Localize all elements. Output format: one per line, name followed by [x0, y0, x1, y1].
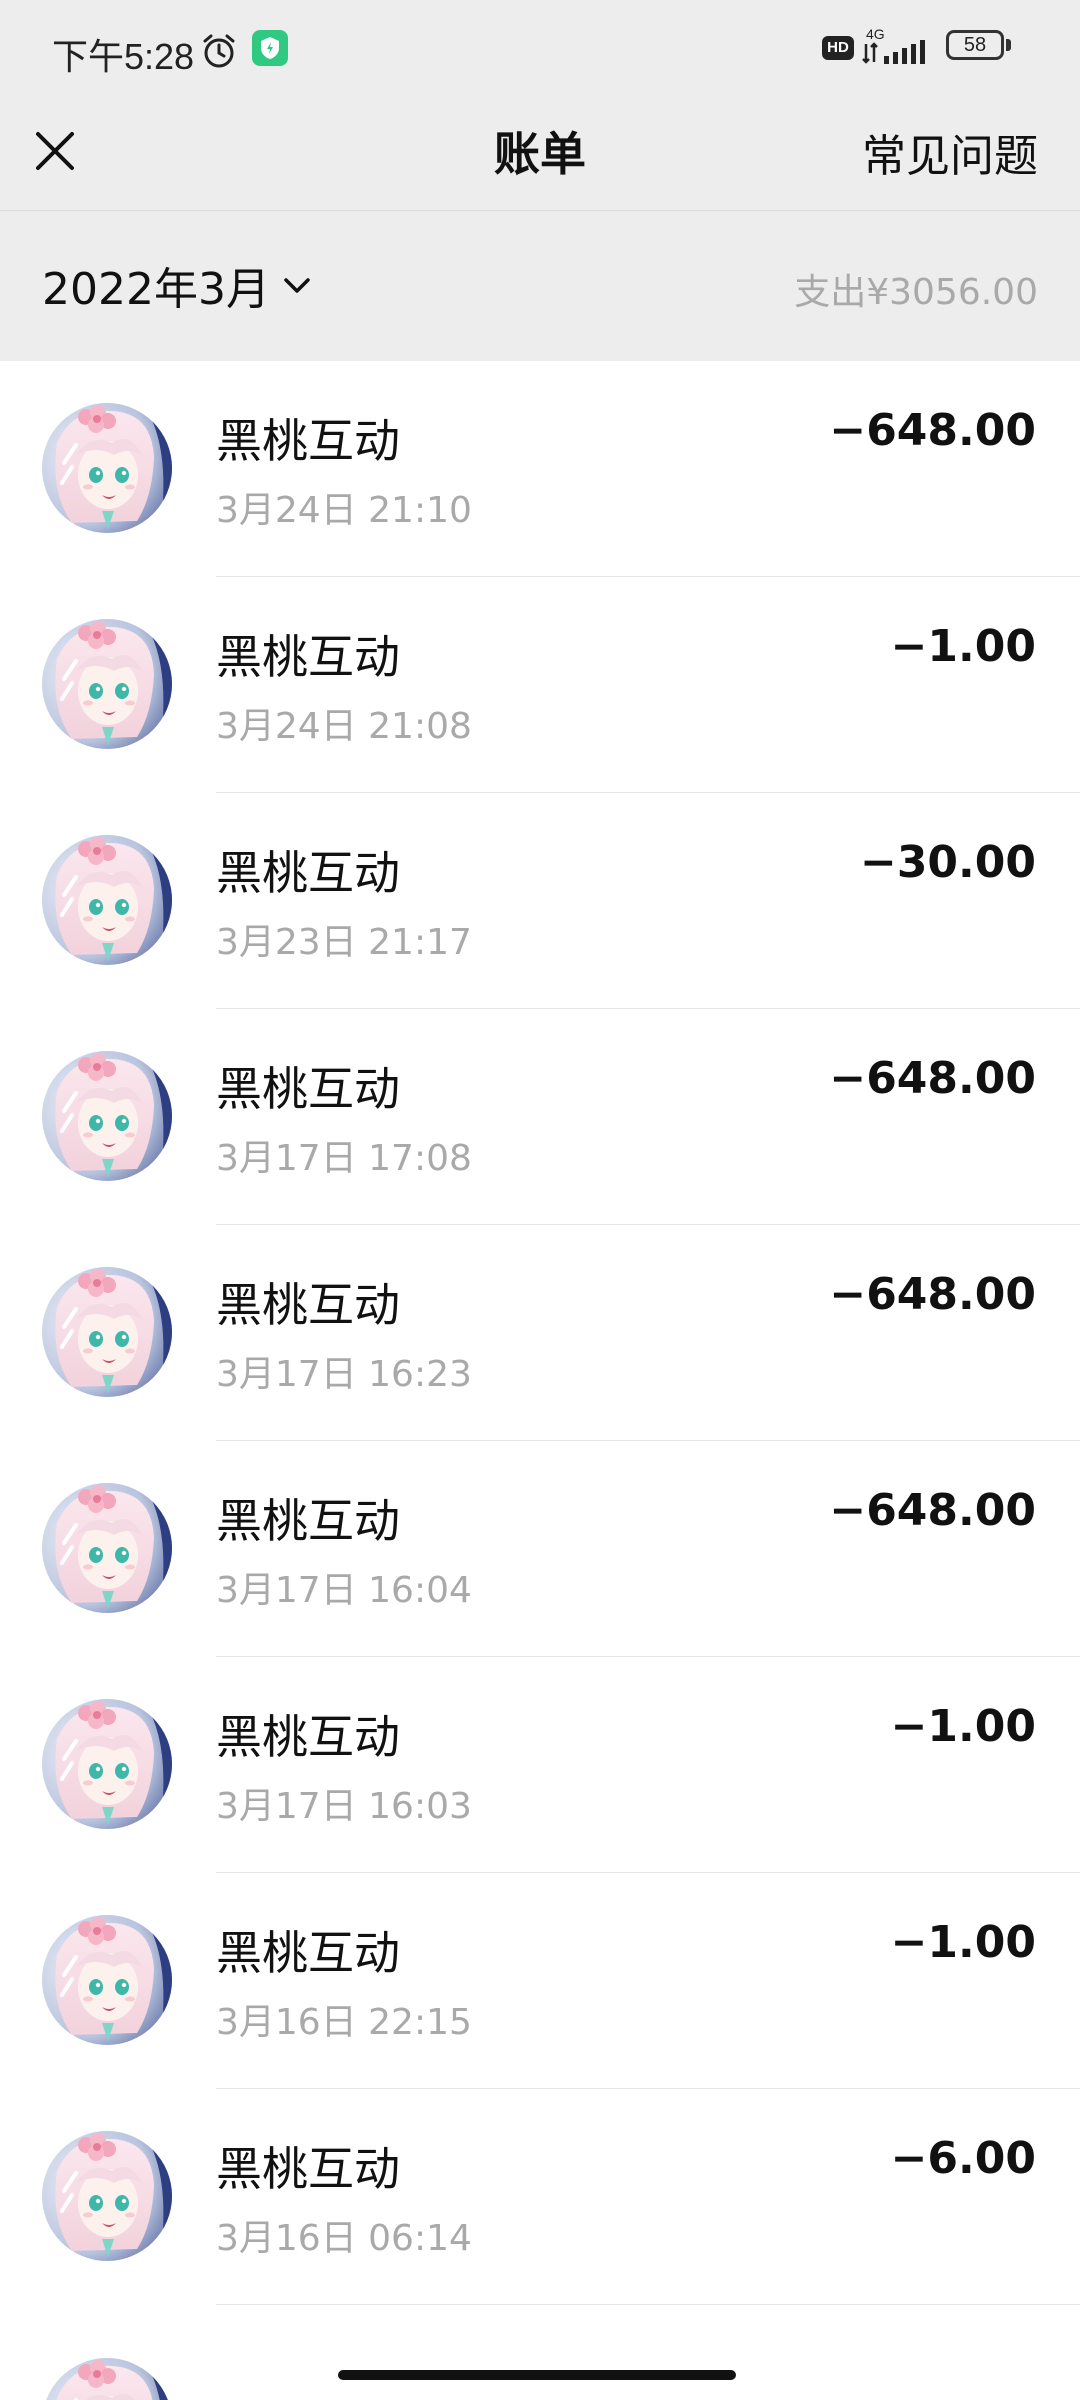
bill-amount: −1.00 [890, 1917, 1036, 1968]
merchant-name: 黑桃互动 [216, 414, 400, 468]
bill-time: 3月17日 16:23 [216, 1354, 472, 1395]
bill-time: 3月16日 06:14 [216, 2218, 472, 2259]
bill-time: 3月23日 21:17 [216, 922, 472, 963]
bill-row[interactable]: 黑桃互动 3月16日 06:14 −6.00 [0, 2089, 1080, 2305]
merchant-name: 黑桃互动 [216, 1494, 400, 1548]
merchant-avatar [42, 1051, 172, 1181]
merchant-name: 黑桃互动 [216, 846, 400, 900]
month-bar: 2022年3月 支出¥3056.00 [0, 211, 1080, 361]
bill-time: 3月16日 22:15 [216, 2002, 472, 2043]
merchant-avatar [42, 403, 172, 533]
bill-row[interactable]: 黑桃互动 3月17日 17:08 −648.00 [0, 1009, 1080, 1225]
month-label: 2022年3月 [42, 264, 270, 315]
bill-amount: −648.00 [829, 1269, 1036, 1320]
merchant-avatar [42, 1267, 172, 1397]
battery-level: 58 [963, 34, 987, 56]
merchant-avatar [42, 619, 172, 749]
partial-avatar [42, 2358, 172, 2400]
bill-row[interactable]: 黑桃互动 3月17日 16:23 −648.00 [0, 1225, 1080, 1441]
bill-time: 3月17日 16:04 [216, 1570, 472, 1611]
merchant-avatar [42, 1915, 172, 2045]
alarm-icon [203, 34, 235, 68]
merchant-avatar [42, 1699, 172, 1829]
merchant-name: 黑桃互动 [216, 630, 400, 684]
battery-tip [1006, 39, 1011, 51]
merchant-avatar [42, 2131, 172, 2261]
bill-time: 3月17日 17:08 [216, 1138, 472, 1179]
merchant-avatar [42, 835, 172, 965]
home-indicator[interactable] [338, 2370, 736, 2380]
bill-row[interactable]: 黑桃互动 3月17日 16:03 −1.00 [0, 1657, 1080, 1873]
bill-row[interactable]: 黑桃互动 3月17日 16:04 −648.00 [0, 1441, 1080, 1657]
bill-amount: −648.00 [829, 1485, 1036, 1536]
chevron-down-icon [284, 278, 310, 293]
close-button[interactable] [20, 116, 90, 186]
bill-time: 3月24日 21:08 [216, 706, 472, 747]
bill-row[interactable]: 黑桃互动 3月24日 21:10 −648.00 [0, 361, 1080, 577]
month-selector[interactable]: 2022年3月 [42, 255, 312, 315]
status-time: 下午5:28 [52, 36, 195, 77]
shield-app-icon [252, 30, 288, 66]
close-icon [36, 132, 74, 170]
bill-amount: −648.00 [829, 1053, 1036, 1104]
nav-bar: 账单 常见问题 [0, 98, 1080, 211]
signal-icon [862, 40, 925, 64]
bill-amount: −1.00 [890, 1701, 1036, 1752]
expense-summary: 支出¥3056.00 [794, 272, 1038, 313]
merchant-avatar [42, 1483, 172, 1613]
bill-time: 3月24日 21:10 [216, 490, 472, 531]
bill-row[interactable]: 黑桃互动 3月23日 21:17 −30.00 [0, 793, 1080, 1009]
merchant-name: 黑桃互动 [216, 1710, 400, 1764]
bill-amount: −1.00 [890, 621, 1036, 672]
merchant-name: 黑桃互动 [216, 1926, 400, 1980]
hd-badge: HD [822, 36, 854, 60]
bill-amount: −30.00 [859, 837, 1036, 888]
row-divider [216, 2304, 1080, 2305]
bill-amount: −648.00 [829, 405, 1036, 456]
bill-row[interactable]: 黑桃互动 3月24日 21:08 −1.00 [0, 577, 1080, 793]
bill-row[interactable]: 黑桃互动 3月16日 22:15 −1.00 [0, 1873, 1080, 2089]
merchant-name: 黑桃互动 [216, 1062, 400, 1116]
bill-list: 黑桃互动 3月24日 21:10 −648.00 黑桃互动 3月24日 21:0… [0, 361, 1080, 2305]
status-bar: 下午5:28 HD 4G 58 [0, 0, 1080, 98]
merchant-name: 黑桃互动 [216, 1278, 400, 1332]
bill-amount: −6.00 [890, 2133, 1036, 2184]
bill-time: 3月17日 16:03 [216, 1786, 472, 1827]
faq-link[interactable]: 常见问题 [862, 120, 1038, 184]
battery-icon: 58 [946, 30, 1014, 64]
merchant-name: 黑桃互动 [216, 2142, 400, 2196]
